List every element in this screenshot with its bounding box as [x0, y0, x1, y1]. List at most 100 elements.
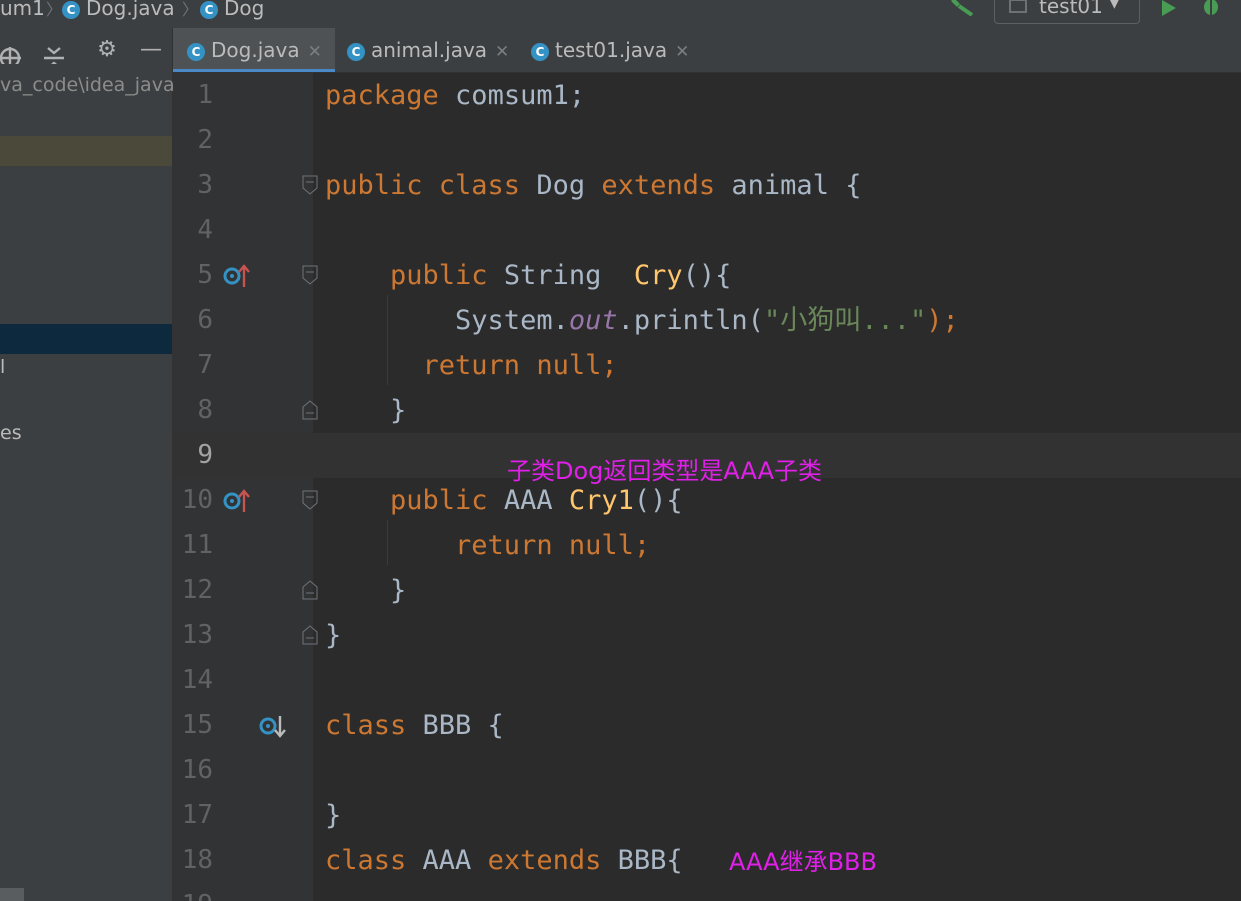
close-icon[interactable]: ✕ [308, 42, 322, 62]
overrides-method-icon[interactable] [223, 488, 251, 514]
line-number: 14 [181, 665, 213, 695]
tree-item[interactable]: es [0, 422, 22, 444]
tab-label: Dog.java [211, 38, 300, 62]
code-text: } [325, 575, 407, 606]
line-number: 19 [173, 883, 213, 901]
code-text: class AAA extends BBB{ [325, 845, 683, 876]
navigation-bar: um1 〉 C Dog.java 〉 C Dog test01 ▼ [0, 0, 1241, 28]
handwritten-annotation: AAA继承BBB [729, 848, 877, 876]
scrollbar-thumb[interactable] [0, 888, 24, 901]
code-line[interactable]: 10 public AAA Cry1(){ [173, 478, 1241, 523]
tab-dog-java[interactable]: C Dog.java ✕ [173, 28, 335, 72]
tree-row-selected[interactable] [0, 324, 172, 354]
close-icon[interactable]: ✕ [495, 42, 509, 62]
implemented-by-icon[interactable] [259, 713, 287, 739]
code-text: } [325, 620, 342, 651]
tab-test01-java[interactable]: Ctest01.java ✕ [531, 28, 689, 72]
code-line[interactable]: 12 } [173, 568, 1241, 613]
fold-end-marker-icon[interactable] [302, 625, 318, 645]
code-line[interactable]: 14 [173, 658, 1241, 703]
tab-label: test01.java [555, 38, 668, 62]
class-icon: C [187, 42, 205, 61]
project-path: va_code\idea_java [0, 74, 175, 96]
tab-animal-java[interactable]: Canimal.java ✕ [347, 28, 509, 72]
line-number: 11 [181, 530, 213, 560]
line-number: 16 [181, 755, 213, 785]
code-text: public class Dog extends animal { [325, 170, 862, 201]
code-line[interactable]: 8 } [173, 388, 1241, 433]
close-icon[interactable]: ✕ [675, 42, 689, 62]
class-icon: C [62, 0, 80, 19]
code-line[interactable]: 6 System.out.println("小狗叫..."); [173, 298, 1241, 343]
breadcrumb-separator-icon: 〉 [46, 0, 63, 19]
code-text: return null; [325, 530, 651, 561]
class-icon: C [347, 42, 365, 61]
debug-bug-icon[interactable] [1200, 0, 1222, 16]
code-line[interactable]: 5 public String Cry(){ [173, 253, 1241, 298]
application-icon [1009, 0, 1027, 13]
class-icon: C [200, 0, 218, 19]
tree-row-highlighted[interactable] [0, 136, 172, 166]
line-number: 9 [197, 440, 213, 470]
line-number: 15 [181, 710, 213, 740]
line-number: 6 [197, 305, 213, 335]
run-configuration-select[interactable]: test01 ▼ [994, 0, 1140, 24]
code-line[interactable]: 7 return null; [173, 343, 1241, 388]
code-editor[interactable]: 1 package comsum1; 2 3 public class Dog … [173, 73, 1241, 901]
overrides-method-icon[interactable] [223, 263, 251, 289]
line-number: 2 [197, 125, 213, 155]
fold-marker-icon[interactable] [302, 265, 318, 285]
code-line[interactable]: 2 [173, 118, 1241, 163]
gear-icon[interactable]: ⚙ [93, 36, 121, 64]
line-number: 4 [197, 215, 213, 245]
locate-target-icon[interactable] [0, 36, 24, 64]
line-number: 18 [181, 845, 213, 875]
tab-label: animal.java [371, 38, 488, 62]
code-line[interactable]: 16 [173, 748, 1241, 793]
code-line[interactable]: 17 } [173, 793, 1241, 838]
line-number: 1 [197, 80, 213, 110]
indent-guide [387, 520, 388, 565]
code-line[interactable]: 15 class BBB { [173, 703, 1241, 748]
minimize-icon[interactable]: — [137, 36, 165, 64]
code-text: public String Cry(){ [325, 260, 732, 291]
code-text: package comsum1; [325, 80, 586, 111]
runnable-class-icon: C [531, 42, 549, 61]
line-number: 12 [181, 575, 213, 605]
collapse-all-icon[interactable] [40, 36, 68, 64]
code-line[interactable]: 18 class AAA extends BBB{ AAA继承BBB [173, 838, 1241, 883]
code-line[interactable]: 11 return null; [173, 523, 1241, 568]
breadcrumb-module[interactable]: um1 [0, 0, 45, 22]
fold-end-marker-icon[interactable] [302, 580, 318, 600]
line-number: 13 [181, 620, 213, 650]
breadcrumb-file-label: Dog.java [86, 0, 175, 20]
code-line[interactable]: 4 [173, 208, 1241, 253]
fold-marker-icon[interactable] [302, 175, 318, 195]
line-number: 5 [197, 260, 213, 290]
code-line[interactable]: 13 } [173, 613, 1241, 658]
build-hammer-icon[interactable] [950, 0, 976, 16]
breadcrumb-separator-icon: 〉 [182, 0, 199, 19]
code-line[interactable]: 1 package comsum1; [173, 73, 1241, 118]
code-line[interactable]: 19 [173, 883, 1241, 901]
breadcrumb-file[interactable]: C Dog.java [62, 0, 175, 22]
code-line[interactable]: 3 public class Dog extends animal { [173, 163, 1241, 208]
code-line-current[interactable]: 9 子类Dog返回类型是AAA子类 [173, 433, 1241, 485]
code-text: class BBB { [325, 710, 504, 741]
tree-item[interactable]: l [0, 356, 5, 378]
code-text: public AAA Cry1(){ [325, 485, 683, 516]
code-text: System.out.println("小狗叫..."); [325, 305, 959, 336]
code-text: } [325, 800, 342, 831]
line-number: 3 [197, 170, 213, 200]
fold-end-marker-icon[interactable] [302, 400, 318, 420]
line-number: 10 [181, 485, 213, 515]
line-number: 8 [197, 395, 213, 425]
breadcrumb-class-label: Dog [224, 0, 265, 20]
run-configuration-label: test01 [1039, 0, 1103, 18]
chevron-down-icon: ▼ [1109, 0, 1120, 11]
project-toolbar: ⚙ — [0, 28, 172, 72]
project-tool-window: ⚙ — va_code\idea_java l es [0, 28, 175, 901]
breadcrumb-class[interactable]: C Dog [200, 0, 264, 22]
fold-marker-icon[interactable] [302, 490, 318, 510]
run-icon[interactable] [1160, 0, 1178, 16]
